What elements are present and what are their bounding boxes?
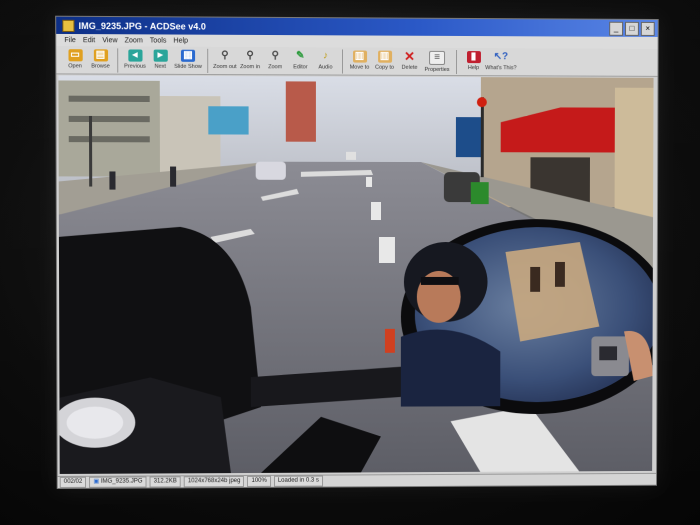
audio-icon: ♪ [318, 50, 332, 62]
app-icon [62, 19, 74, 31]
menu-view[interactable]: View [102, 37, 117, 44]
zoom-icon: ⚲ [268, 50, 282, 62]
folder-open-icon: ▭ [68, 49, 82, 61]
help-book-icon: ▮ [466, 51, 480, 63]
status-bar: 002/02 ▣ IMG_9235.JPG 312.2KB 1024x768x2… [58, 473, 656, 488]
scooter-street-photo [58, 75, 653, 474]
browse-button[interactable]: ▤ Browse [88, 46, 113, 74]
open-button[interactable]: ▭ Open [62, 46, 87, 74]
copy-to-icon: ▥ [378, 51, 392, 63]
status-filename-text: IMG_9235.JPG [101, 479, 143, 485]
folder-browse-icon: ▤ [93, 49, 107, 61]
zoom-button[interactable]: ⚲ Zoom [263, 47, 288, 75]
audio-button[interactable]: ♪ Audio [313, 47, 338, 75]
editor-button[interactable]: ✎ Editor [288, 47, 313, 75]
properties-button[interactable]: ≡ Properties [422, 48, 452, 76]
status-zoom: 100% [247, 476, 270, 487]
delete-icon: ✕ [403, 51, 417, 63]
help-button[interactable]: ▮ Help [461, 48, 486, 76]
image-viewport[interactable] [58, 75, 653, 474]
status-filename: ▣ IMG_9235.JPG [89, 477, 146, 488]
whats-this-button[interactable]: ↖? What's This? [486, 48, 516, 76]
zoom-out-icon: ⚲ [218, 50, 232, 62]
toolbar-separator [207, 49, 208, 73]
toolbar: ▭ Open ▤ Browse ◂ Previous ▸ Next ▦ Slid… [56, 46, 657, 77]
menu-help[interactable]: Help [173, 37, 188, 44]
acdsee-window: IMG_9235.JPG - ACDSee v4.0 _ □ × File Ed… [55, 16, 659, 489]
zoom-out-button[interactable]: ⚲ Zoom out [212, 47, 237, 75]
previous-button[interactable]: ◂ Previous [122, 46, 147, 74]
next-button[interactable]: ▸ Next [148, 47, 173, 75]
status-filesize: 312.2KB [150, 476, 181, 487]
maximize-button[interactable]: □ [625, 22, 639, 36]
menu-tools[interactable]: Tools [150, 37, 167, 44]
file-icon: ▣ [93, 479, 99, 485]
previous-icon: ◂ [128, 49, 142, 61]
status-index: 002/02 [60, 477, 87, 488]
next-icon: ▸ [153, 50, 167, 62]
delete-button[interactable]: ✕ Delete [397, 48, 422, 76]
move-to-icon: ▥ [353, 51, 367, 63]
status-dimensions: 1024x768x24b jpeg [184, 476, 245, 487]
window-title: IMG_9235.JPG - ACDSee v4.0 [79, 20, 206, 31]
copy-to-button[interactable]: ▥ Copy to [372, 48, 397, 76]
minimize-button[interactable]: _ [609, 22, 623, 36]
slideshow-icon: ▦ [181, 50, 195, 62]
menu-file[interactable]: File [64, 37, 75, 44]
properties-icon: ≡ [429, 51, 445, 65]
zoom-in-button[interactable]: ⚲ Zoom in [237, 47, 262, 75]
zoom-in-icon: ⚲ [243, 50, 257, 62]
toolbar-separator [456, 50, 457, 74]
whats-this-icon: ↖? [494, 51, 508, 63]
close-button[interactable]: × [641, 22, 655, 36]
move-to-button[interactable]: ▥ Move to [347, 47, 372, 75]
editor-icon: ✎ [293, 50, 307, 62]
status-load-time: Loaded in 0.3 s [274, 476, 323, 487]
toolbar-separator [117, 48, 118, 72]
menu-edit[interactable]: Edit [83, 37, 95, 44]
toolbar-separator [342, 49, 343, 73]
menu-zoom[interactable]: Zoom [125, 37, 143, 44]
slideshow-button[interactable]: ▦ Slide Show [173, 47, 203, 75]
